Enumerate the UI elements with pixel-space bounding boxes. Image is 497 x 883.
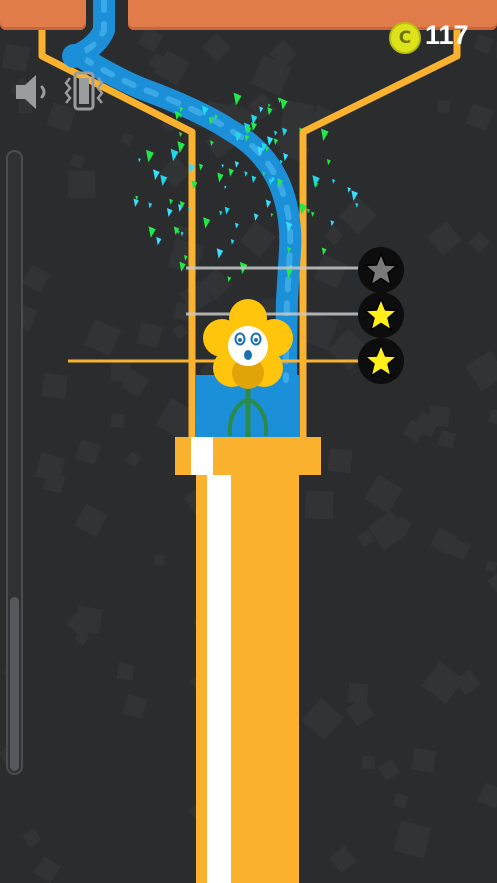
- splash-particle: [217, 172, 224, 183]
- splash-particle: [224, 206, 230, 215]
- splash-particle: [148, 202, 153, 209]
- splash-particle: [156, 236, 162, 246]
- splash-particle: [166, 208, 173, 218]
- splash-particle: [179, 132, 183, 138]
- star-icon: [364, 298, 398, 331]
- phone-vibrate-icon[interactable]: [64, 70, 104, 112]
- splash-particle: [274, 130, 278, 136]
- star-icon: [364, 253, 398, 286]
- level-progress-fill: [10, 597, 19, 771]
- splash-particle: [330, 220, 335, 227]
- splash-particle: [230, 238, 235, 245]
- splash-particle: [320, 128, 329, 141]
- splash-particle: [355, 202, 359, 208]
- splash-particle: [332, 178, 336, 184]
- splash-particle: [234, 161, 240, 168]
- splash-particle: [233, 92, 242, 106]
- game-scene[interactable]: [0, 0, 497, 883]
- splash-particle: [311, 211, 315, 217]
- splash-particle: [267, 107, 273, 116]
- splash-particle: [283, 152, 289, 162]
- splash-particle: [160, 174, 168, 186]
- flower-mouth: [244, 350, 252, 360]
- drain-pipe: [175, 437, 321, 883]
- splash-particle: [267, 136, 274, 146]
- splash-particle: [282, 127, 288, 137]
- splash-particle: [265, 199, 272, 209]
- splash-particle: [153, 169, 160, 181]
- splash-particle: [227, 276, 232, 283]
- splash-particle: [273, 138, 279, 146]
- star-slot-3: [358, 338, 404, 384]
- star-slot-1: [358, 247, 404, 293]
- star-slot-2: [358, 292, 404, 338]
- splash-particle: [203, 217, 211, 229]
- splash-particle: [177, 141, 185, 154]
- splash-particle: [244, 171, 248, 177]
- level-progress-bar: [6, 150, 23, 775]
- splash-particle: [170, 148, 179, 162]
- splash-particle: [221, 164, 224, 168]
- splash-particle: [268, 103, 271, 108]
- splash-particle: [138, 158, 141, 163]
- coin-count: 117: [425, 20, 469, 50]
- star-icon: [364, 344, 398, 377]
- splash-particle: [179, 261, 186, 272]
- splash-particle: [314, 181, 319, 189]
- splash-particle: [253, 213, 259, 221]
- splash-particle: [216, 248, 224, 259]
- splash-particle: [280, 98, 288, 110]
- splash-particle: [210, 140, 214, 147]
- coin-icon: C: [389, 22, 421, 54]
- splash-particle: [228, 168, 234, 177]
- coin-symbol: C: [398, 28, 412, 48]
- splash-particle: [251, 175, 257, 184]
- pipe-highlight: [207, 475, 231, 883]
- splash-particle: [148, 226, 156, 238]
- splash-particle: [351, 190, 359, 201]
- splash-particle: [146, 149, 154, 163]
- speaker-muted-icon[interactable]: [14, 72, 56, 112]
- splash-particle: [184, 254, 188, 261]
- splash-particle: [347, 187, 352, 193]
- splash-particle: [251, 121, 257, 132]
- splash-particle: [326, 158, 331, 166]
- splash-particle: [169, 198, 173, 205]
- splash-particle: [321, 247, 327, 256]
- splash-particle: [224, 185, 227, 190]
- splash-particle: [180, 231, 184, 237]
- splash-particle: [177, 230, 180, 235]
- splash-particle: [259, 106, 264, 113]
- splash-particle: [219, 210, 223, 216]
- splash-particle: [198, 163, 204, 171]
- splash-particle: [307, 208, 311, 214]
- splash-particle: [270, 213, 274, 218]
- splash-particle: [235, 222, 239, 229]
